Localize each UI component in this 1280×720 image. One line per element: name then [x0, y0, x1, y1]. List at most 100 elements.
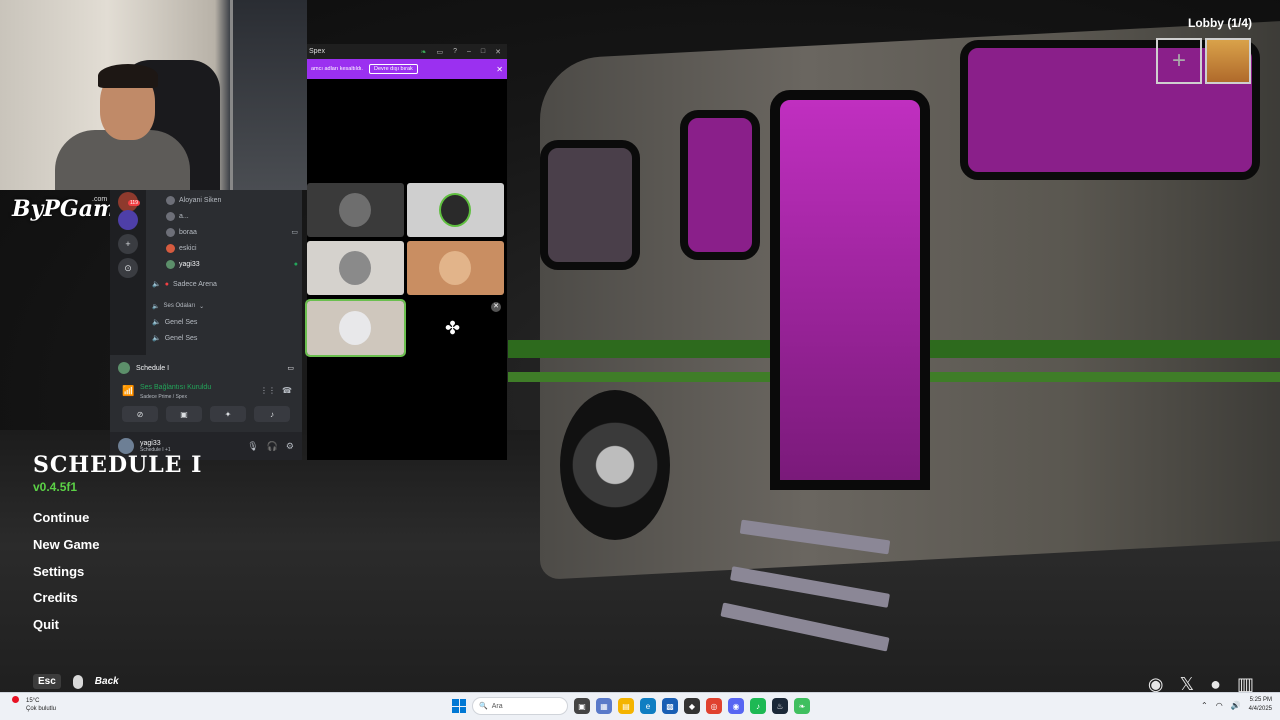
spex-banner: amcı adları kesaltıldı. Devre dışı bırak…: [307, 59, 507, 79]
menu-continue[interactable]: Continue: [33, 510, 99, 537]
voice-member-self[interactable]: yagi33 ●: [166, 258, 298, 270]
weather-alert-icon: [12, 696, 19, 703]
participant-avatar: [339, 311, 371, 345]
logo-suffix: .com: [92, 196, 108, 203]
member-name: eskici: [179, 244, 197, 252]
close-icon[interactable]: ✕: [491, 302, 501, 312]
wifi-icon[interactable]: ◠: [1216, 701, 1223, 710]
steam-icon[interactable]: ♨: [772, 698, 788, 714]
category-header[interactable]: 🔈 Ses Odaları ⌄: [152, 300, 204, 312]
speaker-icon: 🔈: [152, 281, 161, 288]
webcam-person-hair: [98, 64, 158, 88]
rv-steps: [720, 500, 920, 652]
taskbar-apps: 🔍 Ara ▣ ▦ ▤ e ▩ ◆ ◎ ◉ ♪ ♨ ❧: [452, 697, 810, 715]
microphone-icon[interactable]: 🎙: [247, 441, 258, 452]
minimize-icon[interactable]: –: [467, 48, 471, 56]
picture-in-picture-icon[interactable]: ▭: [436, 48, 443, 56]
clock[interactable]: 5:25 PM 4/4/2025: [1249, 696, 1272, 714]
voice-channel[interactable]: 🔈 Genel Ses: [152, 316, 197, 328]
voice-channel[interactable]: 🔈 Genel Ses: [152, 332, 197, 344]
spotify-icon[interactable]: ♪: [750, 698, 766, 714]
soundboard-button[interactable]: ♪: [254, 406, 290, 422]
discover-icon[interactable]: ⊙: [118, 258, 138, 278]
menu-new-game[interactable]: New Game: [33, 537, 99, 564]
lobby-label: Lobby (1/4): [1187, 16, 1252, 30]
noise-icon[interactable]: ⋮⋮: [260, 386, 276, 395]
back-hint[interactable]: Esc Back: [33, 674, 119, 689]
user-info: yagi33 Schedule I +1: [140, 440, 171, 453]
system-tray: ⌃ ◠ 🔊 5:25 PM 4/4/2025: [1201, 696, 1272, 714]
camera-off-button[interactable]: ⊘: [122, 406, 158, 422]
maximize-icon[interactable]: □: [481, 48, 485, 56]
weather-desc: Çok bulutlu: [26, 706, 57, 712]
store-icon[interactable]: ▩: [662, 698, 678, 714]
avatar: [166, 259, 175, 269]
search-box[interactable]: 🔍 Ara: [472, 697, 568, 715]
speaker-icon: 🔈: [152, 303, 160, 310]
activity-header[interactable]: Schedule I ▭: [118, 360, 294, 376]
voice-member[interactable]: boraa ▭: [166, 226, 298, 238]
menu-settings[interactable]: Settings: [33, 564, 99, 591]
activities-icon[interactable]: ✤: [445, 318, 460, 339]
game-title: SCHEDULE I: [33, 452, 203, 478]
activity-icon: ●: [293, 260, 298, 268]
volume-icon[interactable]: 🔊: [1231, 701, 1241, 710]
rv-window: [540, 140, 640, 270]
disconnect-icon[interactable]: ☎: [282, 386, 292, 395]
menu-quit[interactable]: Quit: [33, 617, 99, 644]
chrome-icon[interactable]: ◎: [706, 698, 722, 714]
weather-widget[interactable]: 15°C Çok bulutlu: [12, 696, 57, 713]
invite-player-button[interactable]: +: [1156, 38, 1202, 84]
live-dot-icon: ●: [164, 280, 169, 288]
voice-member[interactable]: Aloyani Siken: [166, 194, 298, 206]
avatar: [166, 243, 175, 253]
banner-text: amcı adları kesaltıldı.: [311, 66, 363, 72]
widgets-icon[interactable]: ▦: [596, 698, 612, 714]
mouse-icon: [72, 674, 83, 689]
channel-item[interactable]: 🔈 ● Sadece Arena: [152, 278, 217, 290]
activity-title: Schedule I: [136, 364, 170, 372]
activities-button[interactable]: ✦: [210, 406, 246, 422]
spex-icon[interactable]: ❧: [794, 698, 810, 714]
participant-tile-active[interactable]: [305, 299, 406, 357]
discord-icon[interactable]: ◉: [728, 698, 744, 714]
start-icon[interactable]: [452, 699, 466, 713]
voice-member[interactable]: a...: [166, 210, 298, 222]
clock-date: 4/4/2025: [1248, 706, 1272, 712]
file-explorer-icon[interactable]: ▤: [618, 698, 634, 714]
gear-icon[interactable]: ⚙: [286, 441, 294, 452]
speaker-icon: 🔈: [152, 335, 161, 342]
member-name: yagi33: [179, 260, 200, 268]
user-controls: 🎙 🎧 ⚙: [247, 441, 294, 452]
app-icon[interactable]: ◆: [684, 698, 700, 714]
disable-button[interactable]: Devre dışı bırak: [368, 64, 418, 74]
add-server-icon[interactable]: +: [118, 234, 138, 254]
chevron-up-icon[interactable]: ⌃: [1201, 701, 1208, 710]
participant-tile[interactable]: [407, 183, 504, 237]
voice-connection-status: 📶 Ses Bağlantısı Kuruldu Sadece Prime / …: [118, 382, 294, 404]
voice-status-text: Ses Bağlantısı Kuruldu: [140, 384, 212, 391]
menu-credits[interactable]: Credits: [33, 590, 99, 617]
help-icon[interactable]: ?: [453, 48, 457, 56]
edge-icon[interactable]: e: [640, 698, 656, 714]
member-name: a...: [179, 212, 189, 220]
player-avatar[interactable]: [1205, 38, 1251, 84]
leaf-icon[interactable]: ❧: [421, 48, 427, 56]
signal-icon: 📶: [122, 386, 135, 397]
popout-icon[interactable]: ▭: [287, 364, 294, 372]
participant-tile[interactable]: [407, 241, 504, 295]
channel-name: Genel Ses: [164, 318, 198, 326]
screen-share-button[interactable]: ▣: [166, 406, 202, 422]
voice-member[interactable]: eskici: [166, 242, 298, 254]
task-view-icon[interactable]: ▣: [574, 698, 590, 714]
main-menu: Continue New Game Settings Credits Quit: [33, 510, 99, 644]
server-icon[interactable]: [118, 210, 138, 230]
participant-tile[interactable]: [307, 183, 404, 237]
close-icon[interactable]: ✕: [495, 48, 501, 56]
participant-tile[interactable]: [307, 241, 404, 295]
streamer-logo: ByPGame .com: [12, 196, 130, 242]
participant-avatar: [439, 251, 471, 285]
member-name: Aloyani Siken: [179, 196, 222, 204]
headphones-icon[interactable]: 🎧: [267, 441, 278, 452]
banner-close-icon[interactable]: ✕: [496, 65, 503, 74]
